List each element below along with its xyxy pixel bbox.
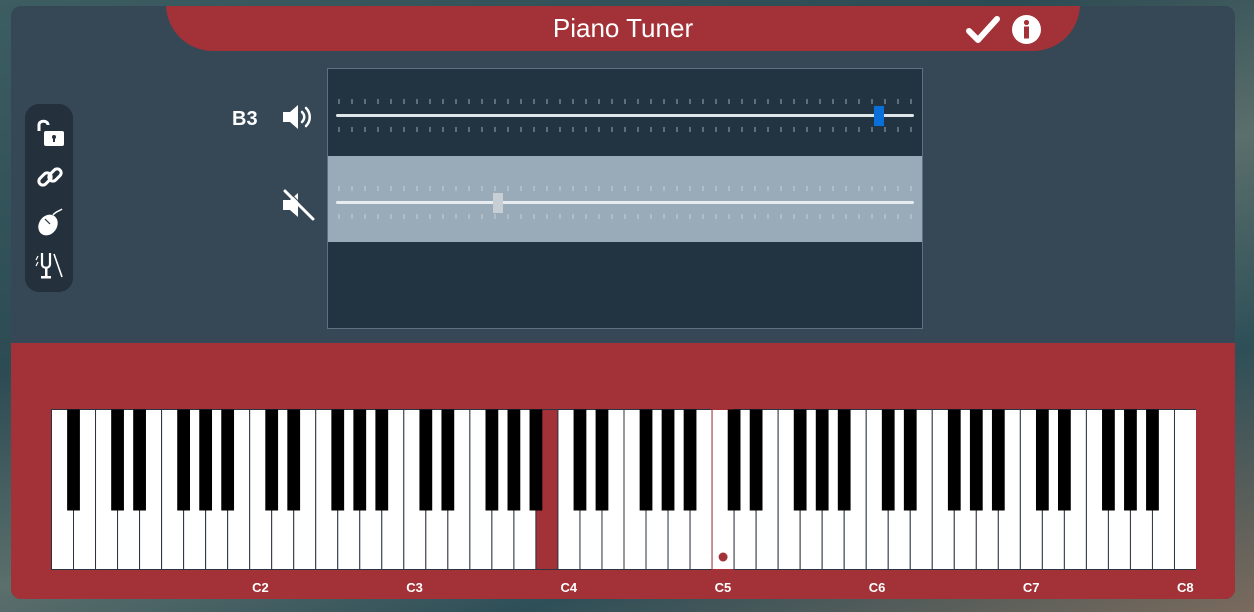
inactive-tuning-row: [328, 156, 922, 242]
inactive-slider-thumb[interactable]: [492, 193, 503, 213]
black-key-C#5[interactable]: [727, 409, 741, 511]
black-key-D#6[interactable]: [903, 409, 917, 511]
window-title: Piano Tuner: [552, 13, 694, 43]
black-key-F#4[interactable]: [639, 409, 653, 511]
black-key-D#2[interactable]: [287, 409, 301, 511]
mouse-icon[interactable]: [35, 207, 65, 237]
black-key-G#6[interactable]: [969, 409, 983, 511]
black-key-F#2[interactable]: [331, 409, 345, 511]
link-icon[interactable]: [35, 162, 65, 192]
tick-marks-bottom: [338, 214, 912, 219]
black-key-C#6[interactable]: [881, 409, 895, 511]
tick-marks-top: [338, 186, 912, 191]
inactive-slider-track[interactable]: [336, 201, 914, 204]
black-key-D#5[interactable]: [749, 409, 763, 511]
black-key-A#3[interactable]: [529, 409, 543, 511]
black-key-C#1[interactable]: [111, 409, 124, 511]
title-bar: Piano Tuner: [166, 6, 1080, 51]
unlock-icon[interactable]: [35, 118, 65, 148]
octave-label: C7: [1022, 580, 1040, 595]
black-key-D#7[interactable]: [1057, 409, 1071, 511]
black-key-A#5[interactable]: [837, 409, 851, 511]
black-key-A#1[interactable]: [221, 409, 235, 511]
black-key-A#6[interactable]: [991, 409, 1005, 511]
active-tuning-row: [328, 69, 922, 155]
active-slider-track[interactable]: [336, 114, 914, 117]
piano-tuner-window: Piano Tuner B3 C2 C3 C4 C5 C6 C7 C8: [11, 6, 1235, 599]
octave-label: C5: [714, 580, 732, 595]
info-icon[interactable]: [1011, 14, 1042, 50]
tick-marks-top: [338, 99, 912, 104]
black-key-F#5[interactable]: [793, 409, 807, 511]
black-key-C#2[interactable]: [265, 409, 279, 511]
black-key-D#3[interactable]: [441, 409, 455, 511]
black-key-A#2[interactable]: [375, 409, 389, 511]
speaker-on-icon[interactable]: [281, 102, 315, 137]
octave-label: C2: [252, 580, 269, 595]
black-key-C#4[interactable]: [573, 409, 587, 511]
piano-keyboard[interactable]: [51, 409, 1196, 570]
black-key-F#6[interactable]: [947, 409, 961, 511]
black-key-C#3[interactable]: [419, 409, 433, 511]
black-key-G#5[interactable]: [815, 409, 829, 511]
black-key-G#7[interactable]: [1124, 409, 1137, 511]
black-key-A#4[interactable]: [683, 409, 697, 511]
octave-label: C3: [406, 580, 423, 595]
octave-label: C4: [560, 580, 578, 595]
speaker-muted-icon[interactable]: [281, 188, 316, 227]
black-key-G#3[interactable]: [507, 409, 521, 511]
tick-marks-bottom: [338, 127, 912, 132]
octave-label: C6: [868, 580, 886, 595]
tuner-panel: [327, 68, 923, 329]
tuning-fork-icon[interactable]: [35, 250, 65, 280]
black-key-F#3[interactable]: [485, 409, 499, 511]
black-key-F#1[interactable]: [177, 409, 191, 511]
black-key-G#1[interactable]: [199, 409, 213, 511]
black-key-A#7[interactable]: [1146, 409, 1159, 511]
black-key-G#2[interactable]: [353, 409, 367, 511]
toolbox: [25, 104, 73, 292]
key-marker-dot: [718, 552, 728, 562]
black-key-A#0[interactable]: [67, 409, 80, 511]
black-key-F#7[interactable]: [1102, 409, 1115, 511]
black-key-D#4[interactable]: [595, 409, 609, 511]
check-icon[interactable]: [966, 15, 1000, 50]
black-key-G#4[interactable]: [661, 409, 675, 511]
keyboard-area: C2 C3 C4 C5 C6 C7 C8: [11, 343, 1235, 599]
active-slider-thumb[interactable]: [874, 106, 885, 126]
black-key-C#7[interactable]: [1035, 409, 1049, 511]
octave-label: C8: [1176, 580, 1194, 595]
current-note-label: B3: [232, 108, 258, 130]
black-key-D#1[interactable]: [133, 409, 146, 511]
white-key-C8[interactable]: [1173, 409, 1196, 570]
